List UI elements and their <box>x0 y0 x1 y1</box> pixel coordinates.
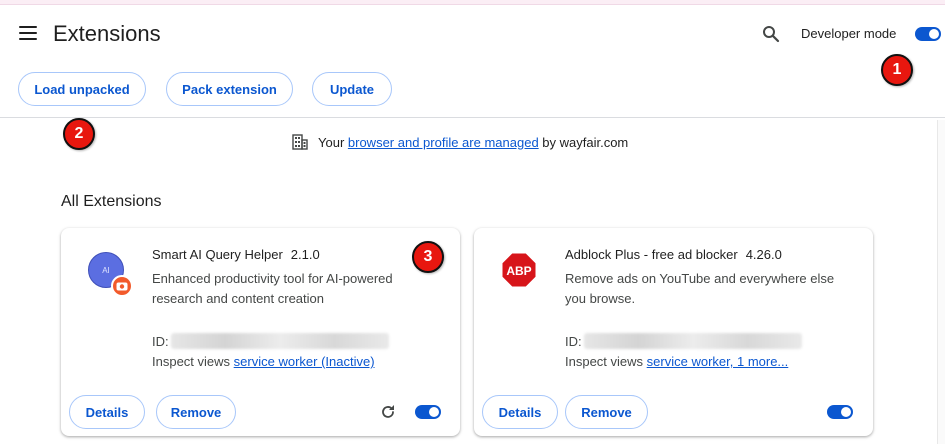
annotation-marker-3: 3 <box>412 241 444 273</box>
reload-icon[interactable] <box>379 403 397 421</box>
managed-notice: Your browser and profile are managed by … <box>292 133 628 151</box>
extension-description: Remove ads on YouTube and everywhere els… <box>565 271 835 306</box>
details-button[interactable]: Details <box>69 395 145 429</box>
extension-enable-toggle[interactable] <box>415 405 441 419</box>
extension-version: 4.26.0 <box>745 247 782 262</box>
section-title: All Extensions <box>61 193 162 210</box>
inspect-views: Inspect views service worker (Inactive) <box>152 354 375 369</box>
page-title: Extensions <box>53 21 161 46</box>
building-icon <box>292 134 308 150</box>
annotation-marker-1: 1 <box>881 54 913 86</box>
camera-badge-icon <box>111 275 133 297</box>
extension-name: Adblock Plus - free ad blocker 4.26.0 <box>565 247 782 262</box>
inspect-views-link[interactable]: service worker (Inactive) <box>234 354 375 369</box>
extension-description: Enhanced productivity tool for AI-powere… <box>152 271 393 306</box>
inspect-views-link[interactable]: service worker, 1 more... <box>647 354 789 369</box>
managed-link[interactable]: browser and profile are managed <box>348 135 539 150</box>
managed-prefix: Your <box>318 134 348 150</box>
redacted-id <box>170 333 389 349</box>
remove-button[interactable]: Remove <box>565 395 648 429</box>
svg-text:ABP: ABP <box>506 264 531 278</box>
managed-suffix: by wayfair.com <box>538 134 629 150</box>
remove-button[interactable]: Remove <box>156 395 236 429</box>
pack-extension-button[interactable]: Pack extension <box>166 72 293 106</box>
scrollbar[interactable] <box>937 120 945 444</box>
load-unpacked-button[interactable]: Load unpacked <box>18 72 146 106</box>
update-button[interactable]: Update <box>312 72 392 106</box>
extension-card: ABP Adblock Plus - free ad blocker 4.26.0… <box>474 228 873 436</box>
extensions-header: Extensions Developer mode Load unpacked … <box>0 5 945 118</box>
extension-version: 2.1.0 <box>290 247 320 262</box>
abp-octagon-icon: ABP <box>501 252 537 288</box>
inspect-views: Inspect views service worker, 1 more... <box>565 354 789 369</box>
developer-mode-toggle[interactable] <box>915 27 941 41</box>
extension-id: ID: <box>152 333 389 349</box>
extension-card: AI Smart AI Query Helper 2.1.0 Enhanced p… <box>61 228 460 436</box>
extension-name: Smart AI Query Helper 2.1.0 <box>152 247 320 262</box>
annotation-marker-2: 2 <box>63 118 95 150</box>
developer-mode-label: Developer mode <box>801 26 897 41</box>
redacted-id <box>583 333 802 349</box>
menu-icon[interactable] <box>19 26 39 40</box>
extension-enable-toggle[interactable] <box>827 405 853 419</box>
details-button[interactable]: Details <box>482 395 558 429</box>
search-icon[interactable] <box>762 25 780 43</box>
extension-id: ID: <box>565 333 802 349</box>
